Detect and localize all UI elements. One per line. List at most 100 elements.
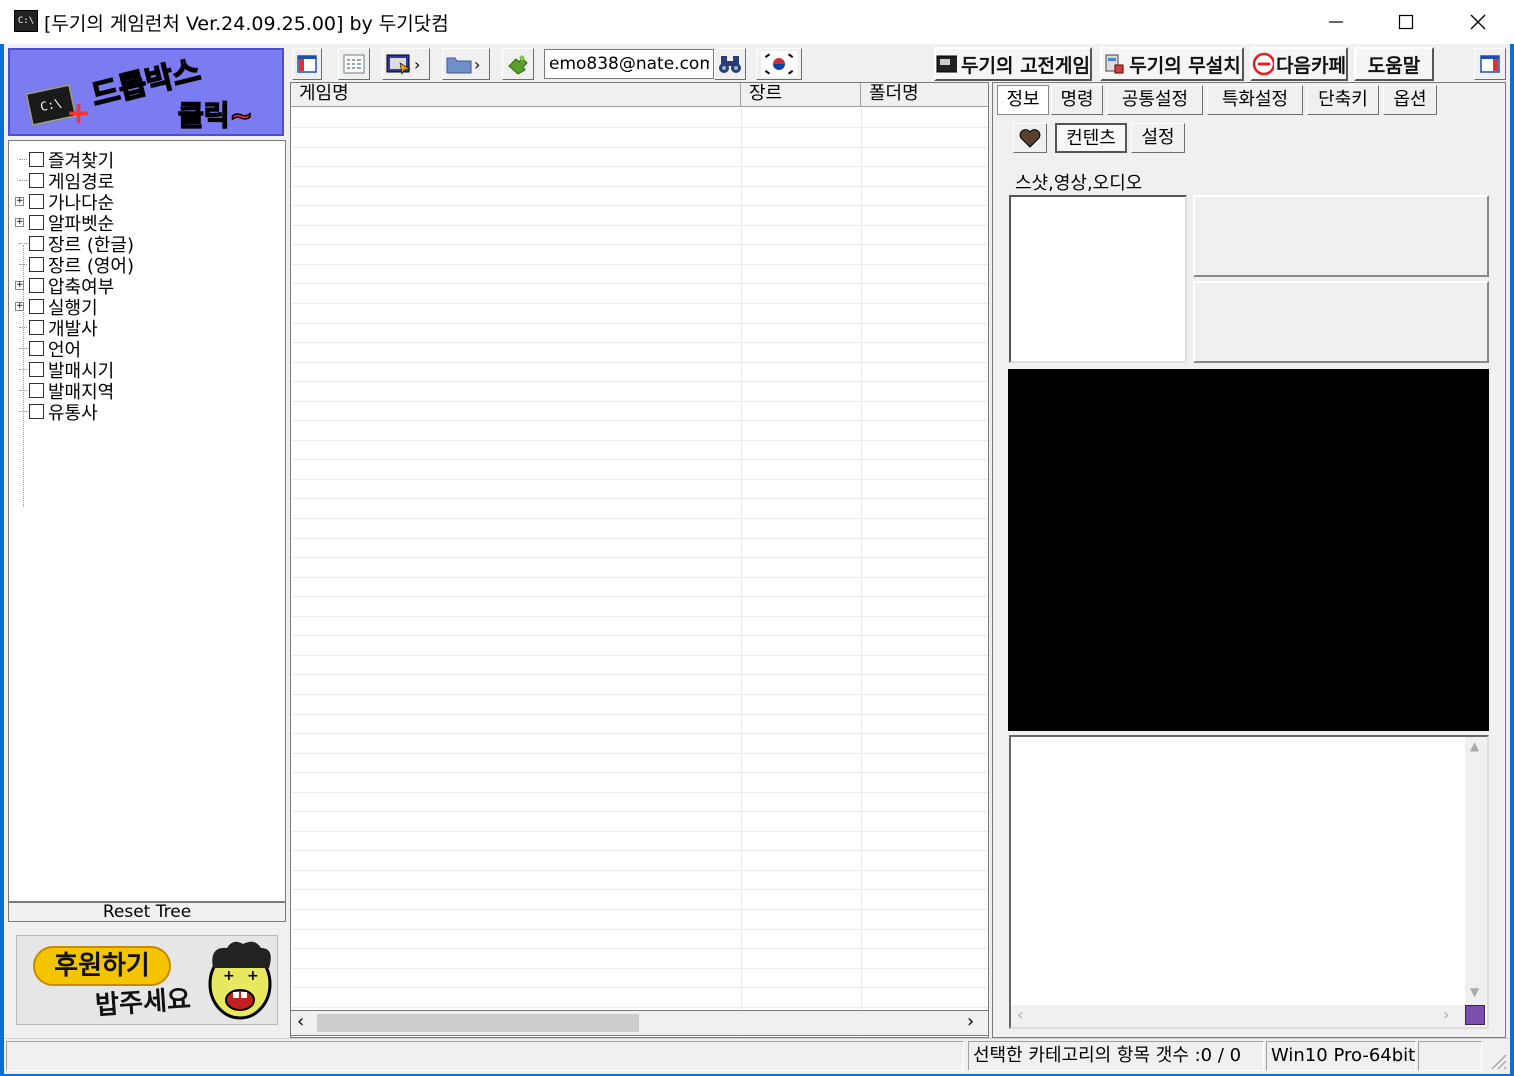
- tree-connector: [13, 338, 27, 359]
- dropbox-banner[interactable]: C:\ + 드롭박스 클릭~: [8, 48, 284, 136]
- screenshot-main[interactable]: [1009, 195, 1187, 363]
- tree-item-label: 유통사: [48, 402, 98, 424]
- list-horizontal-scrollbar[interactable]: ‹ ›: [290, 1010, 989, 1036]
- table-row: [291, 224, 988, 226]
- column-divider: [741, 107, 742, 1037]
- scroll-right-icon[interactable]: ›: [967, 1011, 974, 1032]
- scroll-left-icon[interactable]: ‹: [1017, 1005, 1023, 1024]
- table-row: [291, 537, 988, 539]
- column-header-game-name[interactable]: 게임명: [291, 83, 741, 107]
- tree-connector: [13, 233, 27, 254]
- tree-checkbox[interactable]: [29, 278, 44, 293]
- donate-banner[interactable]: 후원하기 밥주세요 + +: [16, 935, 278, 1025]
- table-row: [291, 322, 988, 324]
- column-header-genre[interactable]: 장르: [741, 83, 861, 107]
- screenshot-thumb[interactable]: [1193, 281, 1489, 363]
- banner-click-text: 클릭~: [177, 98, 253, 133]
- close-button[interactable]: [1444, 0, 1512, 44]
- favorite-button[interactable]: [1013, 123, 1047, 153]
- right-panel-toggle-button[interactable]: [1474, 48, 1506, 80]
- expand-icon[interactable]: +: [13, 296, 27, 317]
- tab-shortcuts[interactable]: 단축키: [1307, 85, 1379, 115]
- folder-dropdown-button[interactable]: ›: [442, 48, 490, 80]
- status-bar: 선택한 카테고리의 항목 갯수 :0 / 0 Win10 Pro-64bits: [4, 1038, 1510, 1074]
- daum-cafe-button[interactable]: 다음카페: [1250, 47, 1348, 81]
- tree-checkbox[interactable]: [29, 341, 44, 356]
- status-os: Win10 Pro-64bits: [1266, 1041, 1416, 1071]
- table-row: [291, 830, 988, 832]
- list-view-button[interactable]: [338, 48, 370, 80]
- expand-icon[interactable]: +: [13, 212, 27, 233]
- korea-flag-icon: [761, 51, 797, 77]
- tab-command[interactable]: 명령: [1051, 85, 1103, 115]
- tree-checkbox[interactable]: [29, 152, 44, 167]
- info-panel: 정보 명령 공통설정 특화설정 단축키 옵션 컨텐츠 설정 스샷,영상,오디오 …: [992, 82, 1506, 1038]
- help-button[interactable]: 도움말: [1354, 47, 1434, 81]
- resize-grip-icon[interactable]: [1488, 1051, 1508, 1071]
- expand-icon[interactable]: +: [13, 191, 27, 212]
- tree-checkbox[interactable]: [29, 173, 44, 188]
- app-icon: C:\: [14, 10, 38, 32]
- tree-item[interactable]: 유통사: [13, 401, 98, 424]
- tree-checkbox[interactable]: [29, 362, 44, 377]
- info-horizontal-scrollbar[interactable]: ‹ ›: [1011, 1005, 1467, 1027]
- tree-checkbox[interactable]: [29, 215, 44, 230]
- table-row: [291, 127, 988, 128]
- column-header-folder[interactable]: 폴더명: [861, 83, 988, 107]
- table-row: [291, 811, 988, 813]
- no-install-button[interactable]: 두기의 무설치: [1100, 47, 1244, 81]
- table-row: [291, 752, 988, 754]
- tab-specific-settings[interactable]: 특화설정: [1207, 85, 1303, 115]
- tab-common-settings[interactable]: 공통설정: [1107, 85, 1203, 115]
- table-row: [291, 205, 988, 207]
- tree-connector: [13, 149, 27, 170]
- scroll-up-icon[interactable]: ▲: [1470, 739, 1479, 753]
- table-row: [291, 342, 988, 344]
- tab-info[interactable]: 정보: [997, 85, 1049, 115]
- table-row: [291, 928, 988, 930]
- scrollbar-thumb[interactable]: [317, 1014, 639, 1032]
- subtab-settings[interactable]: 설정: [1131, 123, 1185, 153]
- maximize-button[interactable]: [1372, 0, 1440, 44]
- tree-checkbox[interactable]: [29, 194, 44, 209]
- screenshot-thumb[interactable]: [1193, 195, 1489, 277]
- table-row: [291, 459, 988, 461]
- game-list[interactable]: 게임명 장르 폴더명: [290, 82, 989, 1038]
- tree-checkbox[interactable]: [29, 320, 44, 335]
- language-button[interactable]: [756, 48, 802, 80]
- tree-checkbox[interactable]: [29, 236, 44, 251]
- tree-checkbox[interactable]: [29, 299, 44, 314]
- expand-icon[interactable]: +: [13, 275, 27, 296]
- table-row: [291, 146, 988, 148]
- status-cell-extra: [1418, 1041, 1482, 1071]
- tab-options[interactable]: 옵션: [1383, 85, 1437, 115]
- scroll-right-icon[interactable]: ›: [1443, 1005, 1449, 1024]
- scroll-down-icon[interactable]: ▼: [1470, 985, 1479, 999]
- minimize-button[interactable]: [1302, 0, 1370, 44]
- plugin-button[interactable]: [502, 48, 534, 80]
- panel-toggle-button[interactable]: [292, 48, 322, 80]
- heart-icon: [1019, 129, 1041, 148]
- tree-connector: [13, 380, 27, 401]
- scroll-left-icon[interactable]: ‹: [297, 1011, 304, 1032]
- search-button[interactable]: [714, 48, 746, 80]
- tree-checkbox[interactable]: [29, 404, 44, 419]
- tree-checkbox[interactable]: [29, 257, 44, 272]
- donate-label: 후원하기: [33, 946, 171, 986]
- save-icon[interactable]: [1465, 1005, 1485, 1025]
- run-game-icon: [386, 54, 411, 75]
- subtab-contents[interactable]: 컨텐츠: [1055, 123, 1127, 153]
- table-row: [291, 674, 988, 676]
- title-bar[interactable]: C:\ [두기의 게임런처 Ver.24.09.25.00] by 두기닷컴: [0, 0, 1514, 44]
- table-row: [291, 596, 988, 598]
- search-input[interactable]: [544, 49, 714, 79]
- video-player[interactable]: [1008, 369, 1489, 731]
- tree-checkbox[interactable]: [29, 383, 44, 398]
- close-icon: [1470, 14, 1486, 30]
- info-vertical-scrollbar[interactable]: ▲ ▼: [1465, 737, 1487, 1005]
- run-game-dropdown-button[interactable]: ›: [382, 48, 430, 80]
- category-tree[interactable]: 즐겨찾기 게임경로 + 가나다순 + 알파벳순 장르 (한글) 장르 (영어) + 압축여부 + 실행…: [8, 140, 286, 902]
- game-info-text[interactable]: ▲ ▼ ‹ ›: [1009, 735, 1489, 1029]
- reset-tree-button[interactable]: Reset Tree: [8, 902, 286, 922]
- classic-games-button[interactable]: 두기의 고전게임: [934, 47, 1092, 81]
